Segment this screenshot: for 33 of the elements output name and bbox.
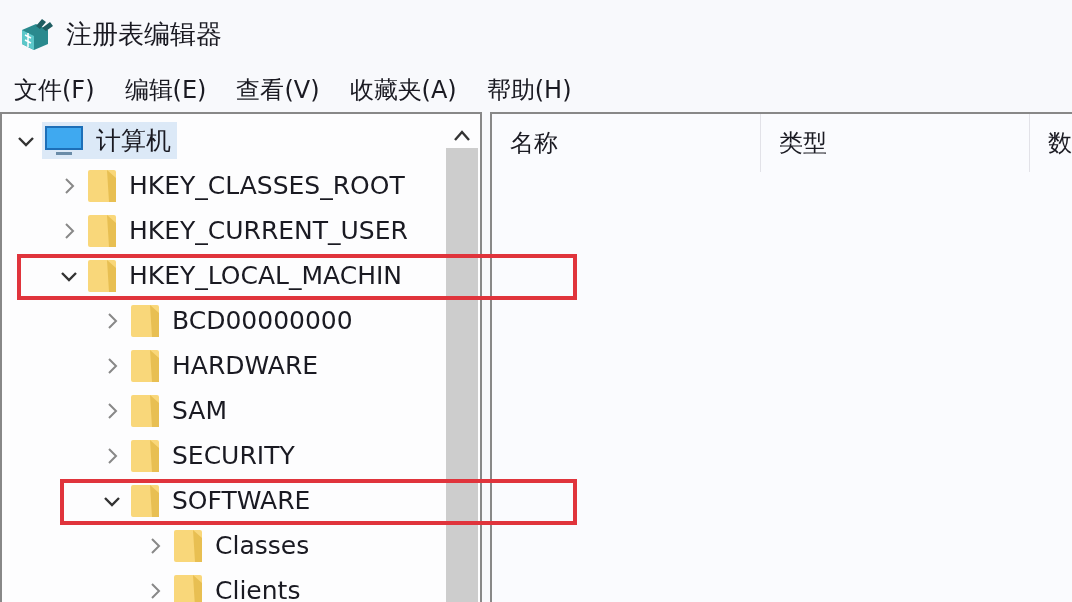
tree-item[interactable]: SOFTWARE — [128, 480, 317, 521]
scrollbar-thumb[interactable] — [446, 148, 478, 602]
window-title: 注册表编辑器 — [66, 17, 222, 51]
tree-item[interactable]: SECURITY — [128, 435, 301, 476]
folder-icon — [130, 482, 160, 519]
scroll-up-icon[interactable] — [452, 128, 472, 142]
tree-item[interactable]: HKEY_CLASSES_ROOT — [85, 165, 411, 206]
tree-item[interactable]: Clients — [171, 570, 307, 602]
menu-item[interactable]: 文件(F) — [14, 74, 95, 106]
folder-icon — [130, 392, 160, 429]
column-header[interactable]: 名称 — [492, 114, 761, 172]
tree-item[interactable]: HARDWARE — [128, 345, 325, 386]
folder-icon — [173, 527, 203, 564]
folder-icon — [130, 437, 160, 474]
menu-item[interactable]: 收藏夹(A) — [349, 74, 457, 106]
folder-icon — [173, 572, 203, 602]
tree-item[interactable]: 计算机 — [42, 122, 177, 159]
column-header[interactable]: 数 — [1030, 114, 1072, 172]
folder-icon — [87, 257, 117, 294]
tree-item[interactable]: BCD00000000 — [128, 300, 359, 341]
monitor-icon — [44, 124, 84, 157]
folder-icon — [130, 302, 160, 339]
column-header[interactable]: 类型 — [761, 114, 1030, 172]
folder-icon — [87, 167, 117, 204]
folder-icon — [87, 212, 117, 249]
menu-item[interactable]: 编辑(E) — [124, 74, 207, 106]
folder-icon — [130, 347, 160, 384]
tree-item[interactable]: HKEY_LOCAL_MACHIN — [85, 255, 409, 296]
menu-item[interactable]: 帮助(H) — [486, 74, 572, 106]
tree-item[interactable]: SAM — [128, 390, 233, 431]
menu-item[interactable]: 查看(V) — [236, 74, 320, 106]
tree-item[interactable]: Classes — [171, 525, 316, 566]
tree-item[interactable]: HKEY_CURRENT_USER — [85, 210, 414, 251]
